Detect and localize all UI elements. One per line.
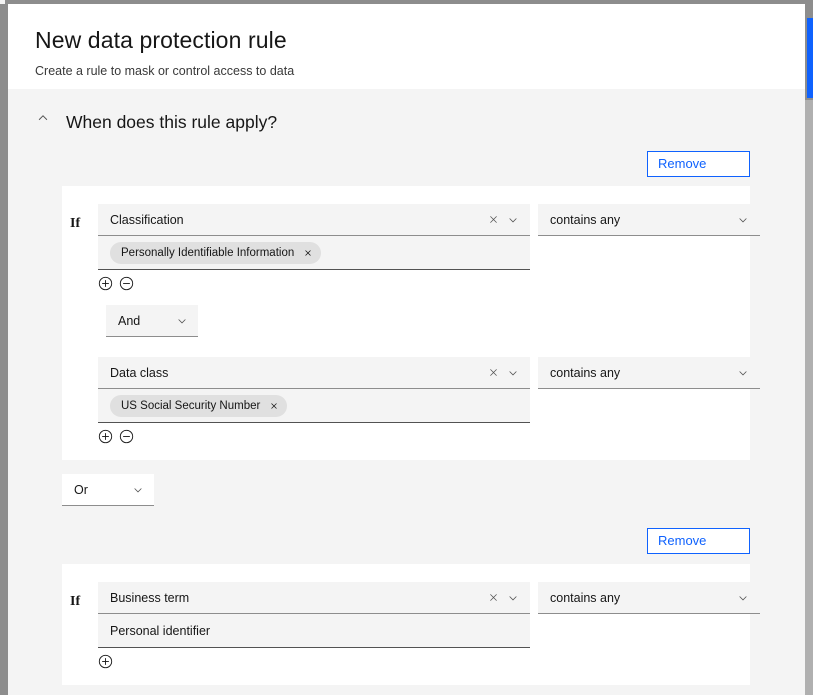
condition-fields: Data class US Social Security Number con…: [98, 357, 760, 444]
condition-fields: Business term Personal identifier contai…: [98, 582, 760, 669]
group-remove-row: Remove: [8, 528, 805, 554]
value-chips-area[interactable]: Personally Identifiable Information: [98, 236, 530, 270]
chevron-down-icon[interactable]: [128, 484, 148, 496]
subtract-circle-icon[interactable]: [119, 276, 134, 291]
chevron-down-icon[interactable]: [733, 210, 753, 230]
attribute-select[interactable]: Data class: [98, 357, 530, 389]
operator-select[interactable]: contains any: [538, 582, 760, 614]
operator-column: contains any: [538, 357, 760, 444]
attribute-select[interactable]: Classification: [98, 204, 530, 236]
value-text-input[interactable]: Personal identifier: [98, 614, 530, 648]
section-header-when-rule-applies[interactable]: When does this rule apply?: [8, 89, 805, 133]
operator-select-value: contains any: [550, 590, 621, 605]
joiner-select-and[interactable]: And: [106, 305, 198, 337]
operator-column: contains any: [538, 582, 760, 669]
attribute-select-value: Data class: [110, 365, 169, 380]
condition-value-controls: [98, 648, 530, 669]
attribute-column: Data class US Social Security Number: [98, 357, 530, 444]
value-chip[interactable]: Personally Identifiable Information: [110, 241, 322, 264]
clear-x-icon[interactable]: [483, 588, 503, 608]
backdrop-strip-right: [805, 100, 813, 695]
attribute-column: Business term Personal identifier: [98, 582, 530, 669]
if-label-spacer: [62, 357, 98, 369]
if-label: If: [70, 594, 81, 609]
chevron-down-icon[interactable]: [172, 315, 192, 327]
chevron-down-icon[interactable]: [503, 363, 523, 383]
condition-group: Remove If Classification Personally Iden…: [8, 151, 805, 460]
condition-row: If Classification Personally Identifiabl…: [62, 204, 760, 291]
chevron-down-icon[interactable]: [503, 588, 523, 608]
add-circle-icon[interactable]: [98, 654, 113, 669]
add-circle-icon[interactable]: [98, 276, 113, 291]
attribute-select-value: Classification: [110, 212, 184, 227]
joiner-select-value: Or: [74, 482, 88, 497]
operator-select-value: contains any: [550, 365, 621, 380]
remove-group-button[interactable]: Remove: [647, 151, 750, 177]
modal-subtitle: Create a rule to mask or control access …: [35, 64, 295, 78]
value-chip[interactable]: US Social Security Number: [110, 394, 288, 417]
chip-close-icon[interactable]: [303, 248, 313, 258]
add-circle-icon[interactable]: [98, 429, 113, 444]
condition-value-controls: [98, 270, 530, 291]
group-remove-row: Remove: [8, 151, 805, 177]
chip-close-icon[interactable]: [269, 401, 279, 411]
joiner-select-or[interactable]: Or: [62, 474, 154, 506]
condition-group-card: If Classification Personally Identifiabl…: [62, 186, 760, 460]
if-label: If: [70, 216, 81, 231]
attribute-column: Classification Personally Identifiable I…: [98, 204, 530, 291]
operator-select[interactable]: contains any: [538, 204, 760, 236]
backdrop-strip-top-left: [0, 0, 5, 4]
section-title: When does this rule apply?: [66, 112, 278, 132]
value-chip-label: US Social Security Number: [121, 399, 261, 412]
operator-select-value: contains any: [550, 212, 621, 227]
chevron-down-icon[interactable]: [733, 363, 753, 383]
condition-group: Remove If Business term Personal identif…: [8, 528, 805, 685]
condition-group-card: If Business term Personal identifier con…: [62, 564, 760, 685]
chevron-down-icon[interactable]: [733, 588, 753, 608]
chevron-up-icon[interactable]: [36, 111, 50, 125]
remove-group-button[interactable]: Remove: [647, 528, 750, 554]
clear-x-icon[interactable]: [483, 363, 503, 383]
joiner-and-wrapper: And: [62, 291, 750, 337]
operator-column: contains any: [538, 204, 760, 291]
subtract-circle-icon[interactable]: [119, 429, 134, 444]
condition-value-controls: [98, 423, 530, 444]
backdrop-accent-bar: [807, 18, 813, 98]
condition-row: If Business term Personal identifier con…: [62, 582, 760, 669]
new-rule-modal: New data protection rule Create a rule t…: [8, 4, 805, 695]
value-chips-area[interactable]: US Social Security Number: [98, 389, 530, 423]
value-chip-label: Personally Identifiable Information: [121, 246, 295, 259]
condition-fields: Classification Personally Identifiable I…: [98, 204, 760, 291]
attribute-select-value: Business term: [110, 590, 190, 605]
clear-x-icon[interactable]: [483, 210, 503, 230]
operator-select[interactable]: contains any: [538, 357, 760, 389]
chevron-down-icon[interactable]: [503, 210, 523, 230]
page-title: New data protection rule: [35, 27, 287, 53]
modal-header: New data protection rule Create a rule t…: [8, 4, 805, 89]
joiner-or-wrapper: Or: [62, 460, 805, 506]
condition-row: Data class US Social Security Number con…: [62, 337, 760, 444]
joiner-select-value: And: [118, 313, 141, 328]
attribute-select[interactable]: Business term: [98, 582, 530, 614]
modal-body: When does this rule apply? Remove If Cla…: [8, 89, 805, 695]
